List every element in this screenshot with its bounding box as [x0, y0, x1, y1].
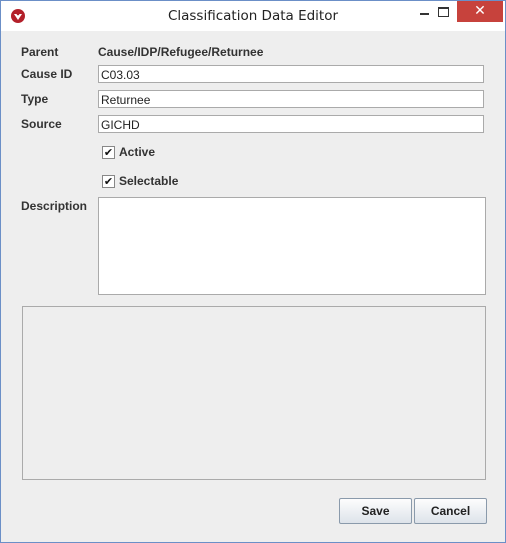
dialog-window: Classification Data Editor ✕ Parent Caus… [0, 0, 506, 543]
maximize-icon [438, 7, 449, 17]
parent-value: Cause/IDP/Refugee/Returnee [98, 45, 264, 59]
cancel-button[interactable]: Cancel [414, 498, 487, 524]
type-field[interactable]: Returnee [98, 90, 484, 108]
selectable-checkbox[interactable]: ✔ [102, 175, 115, 188]
minimize-icon [420, 13, 429, 15]
save-button[interactable]: Save [339, 498, 412, 524]
type-label: Type [21, 92, 49, 106]
description-textarea[interactable] [98, 197, 486, 295]
checkmark-icon: ✔ [103, 175, 114, 188]
description-label: Description [21, 199, 88, 213]
maximize-button[interactable] [429, 1, 459, 22]
details-panel [22, 306, 486, 480]
source-label: Source [21, 117, 62, 131]
close-button[interactable]: ✕ [457, 1, 503, 22]
source-field[interactable]: GICHD [98, 115, 484, 133]
dialog-content: Parent Cause/IDP/Refugee/Returnee Cause … [8, 31, 498, 534]
selectable-label: Selectable [119, 174, 179, 188]
parent-label: Parent [21, 45, 59, 59]
cause-id-field[interactable]: C03.03 [98, 65, 484, 83]
close-icon: ✕ [474, 3, 486, 19]
checkmark-icon: ✔ [103, 146, 114, 159]
title-bar[interactable]: Classification Data Editor ✕ [1, 1, 505, 31]
active-checkbox[interactable]: ✔ [102, 146, 115, 159]
cause-id-label: Cause ID [21, 67, 73, 81]
active-label: Active [119, 145, 156, 159]
